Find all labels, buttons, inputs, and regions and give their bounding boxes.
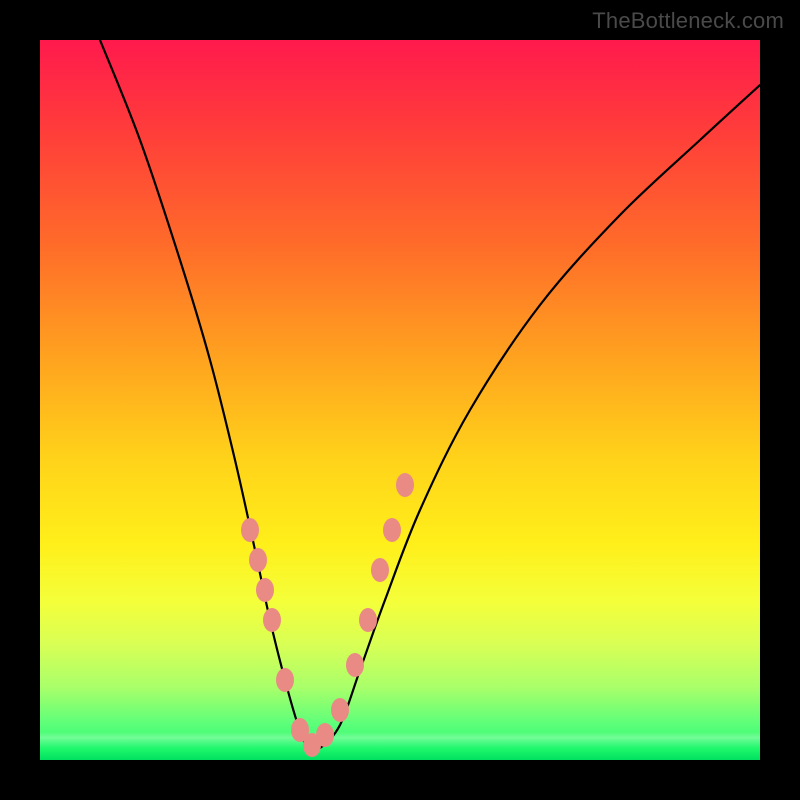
chart-frame: TheBottleneck.com: [0, 0, 800, 800]
plot-area: [40, 40, 760, 760]
marker-dot: [359, 608, 377, 632]
marker-dot: [346, 653, 364, 677]
marker-dot: [241, 518, 259, 542]
marker-dot: [276, 668, 294, 692]
marker-dot: [396, 473, 414, 497]
marker-dot: [331, 698, 349, 722]
marker-dot: [249, 548, 267, 572]
marker-dot: [371, 558, 389, 582]
watermark-text: TheBottleneck.com: [592, 8, 784, 34]
marker-dot: [263, 608, 281, 632]
marker-dot: [383, 518, 401, 542]
marker-dot: [256, 578, 274, 602]
marker-group: [241, 473, 414, 757]
marker-dot: [316, 723, 334, 747]
bottleneck-curve-path: [100, 40, 760, 751]
curve-layer: [40, 40, 760, 760]
